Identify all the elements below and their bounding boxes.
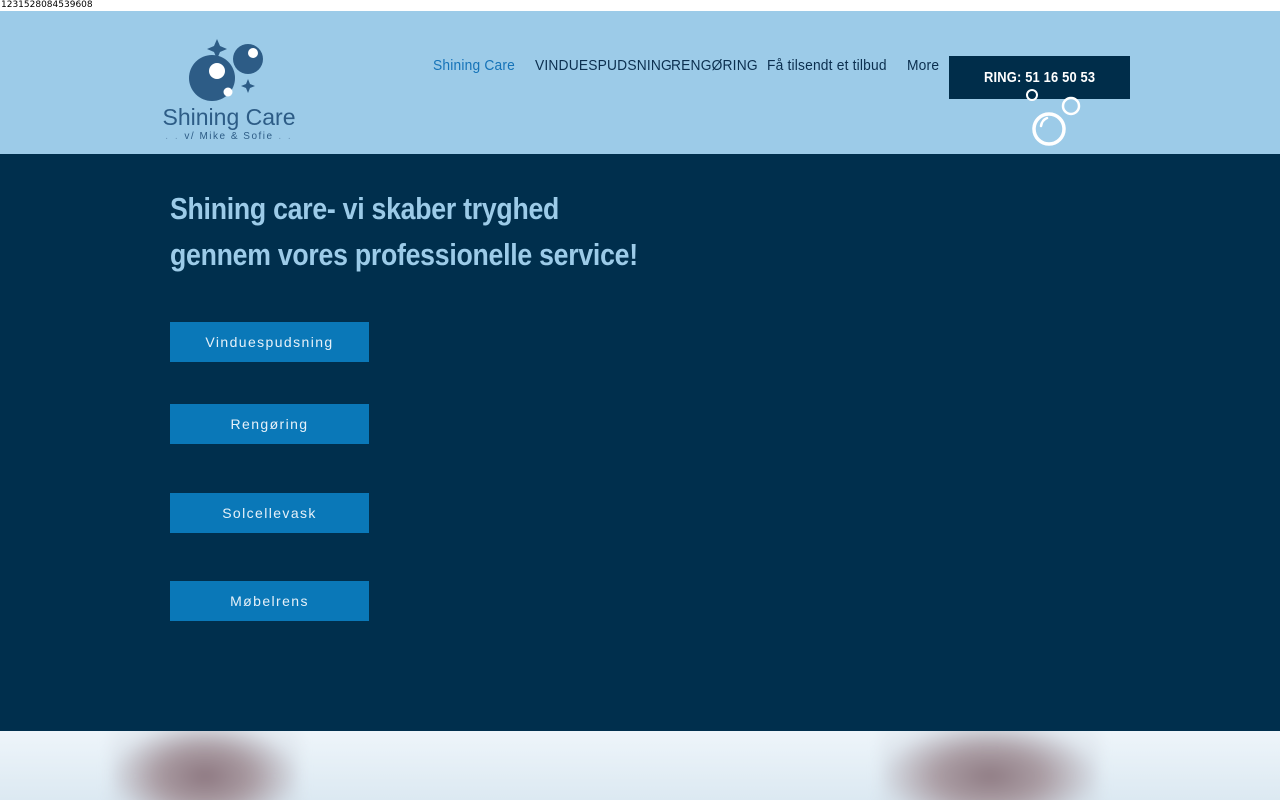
- logo-subtitle: . . v/ Mike & Sofie . .: [165, 131, 293, 142]
- nav-item-more[interactable]: More: [907, 57, 939, 74]
- background-image-strip: [0, 731, 1280, 800]
- blurred-figure-right: [880, 731, 1100, 800]
- vinduespudsning-button[interactable]: Vinduespudsning: [170, 322, 369, 362]
- hero-title: Shining care- vi skaber tryghed gennem v…: [170, 191, 638, 272]
- mobelrens-button[interactable]: Møbelrens: [170, 581, 369, 621]
- decorative-bubbles-icon: [1026, 89, 1081, 146]
- nav-item-shining-care[interactable]: Shining Care: [433, 57, 515, 74]
- bubbles-sparkle-logo-icon: [189, 39, 263, 101]
- blurred-figure-left: [110, 731, 300, 800]
- solcellevask-button[interactable]: Solcellevask: [170, 493, 369, 533]
- nav-item-vinduespudsning[interactable]: VINDUESPUDSNING: [535, 57, 672, 74]
- logo[interactable]: Shining Care . . v/ Mike & Sofie . .: [155, 25, 300, 145]
- rengoring-button[interactable]: Rengøring: [170, 404, 369, 444]
- site-header: Shining Care . . v/ Mike & Sofie . . Shi…: [0, 11, 1280, 154]
- logo-name: Shining Care: [162, 104, 296, 130]
- nav-item-tilbud[interactable]: Få tilsendt et tilbud: [767, 57, 887, 74]
- nav-item-rengoring[interactable]: RENGØRING: [671, 57, 758, 74]
- call-button-label: RING: 51 16 50 53: [983, 69, 1096, 86]
- debug-id-text: 1231528084539608: [0, 0, 1280, 11]
